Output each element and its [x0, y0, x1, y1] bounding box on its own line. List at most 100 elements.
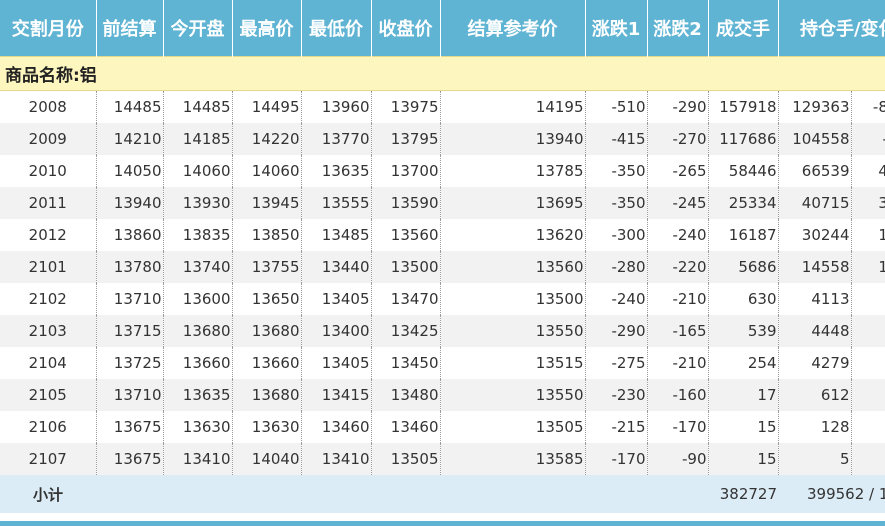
header-open[interactable]: 今开盘 — [163, 0, 233, 57]
table-row[interactable]: 2102 13710 13600 13650 13405 13470 13500 -240 -2… — [0, 283, 885, 315]
cell-change1: -510 — [585, 90, 648, 123]
cell-low: 13415 — [301, 379, 372, 411]
cell-prev-settle: 14485 — [96, 90, 164, 123]
cell-oi: 30244 — [778, 219, 852, 251]
table-row[interactable]: 2105 13710 13635 13680 13415 13480 13550 -230 -1… — [0, 379, 885, 411]
cell-close: 13480 — [371, 379, 441, 411]
cell-open: 14185 — [163, 123, 233, 155]
cell-volume: 15 — [708, 443, 779, 475]
cell-oi: 40715 — [778, 187, 852, 219]
table-row[interactable]: 2009 14210 14185 14220 13770 13795 13940 -415 -2… — [0, 123, 885, 155]
cell-change2: -270 — [647, 123, 709, 155]
cell-prev-settle: 14050 — [96, 155, 164, 187]
cell-change1: -415 — [585, 123, 648, 155]
table-row[interactable]: 2104 13725 13660 13660 13405 13450 13515 -275 -2… — [0, 347, 885, 379]
cell-settle-ref: 13515 — [440, 347, 586, 379]
cell-oi: 66539 — [778, 155, 852, 187]
cell-close: 13975 — [371, 90, 441, 123]
cell-oi: 5 — [778, 443, 852, 475]
footer-bar — [0, 521, 885, 526]
header-change2[interactable]: 涨跌2 — [647, 0, 709, 57]
cell-month: 2104 — [0, 347, 97, 379]
table-row[interactable]: 2103 13715 13680 13680 13400 13425 13550 -290 -1… — [0, 315, 885, 347]
cell-month: 2009 — [0, 123, 97, 155]
cell-open: 13635 — [163, 379, 233, 411]
header-low[interactable]: 最低价 — [301, 0, 372, 57]
subtotal-open-interest: 399562 / 1995 — [778, 475, 885, 513]
cell-change1: -230 — [585, 379, 648, 411]
cell-oi-change: 5 — [851, 443, 885, 475]
table-row[interactable]: 2008 14485 14485 14495 13960 13975 14195 -510 -2… — [0, 90, 885, 123]
cell-close: 13505 — [371, 443, 441, 475]
subtotal-row: 小计 382727 399562 / 1995 — [0, 475, 885, 513]
table-row[interactable]: 2010 14050 14060 14060 13635 13700 13785 -350 -2… — [0, 155, 885, 187]
cell-high: 14495 — [232, 90, 302, 123]
cell-prev-settle: 13780 — [96, 251, 164, 283]
group-row: 商品名称:铝 — [0, 56, 885, 91]
cell-settle-ref: 13940 — [440, 123, 586, 155]
table-row[interactable]: 2012 13860 13835 13850 13485 13560 13620 -300 -2… — [0, 219, 885, 251]
cell-month: 2106 — [0, 411, 97, 443]
cell-change2: -210 — [647, 283, 709, 315]
cell-change2: -220 — [647, 251, 709, 283]
cell-high: 13945 — [232, 187, 302, 219]
cell-change1: -215 — [585, 411, 648, 443]
cell-change2: -160 — [647, 379, 709, 411]
cell-volume: 17 — [708, 379, 779, 411]
table-row[interactable]: 2106 13675 13630 13630 13460 13460 13505 -215 -1… — [0, 411, 885, 443]
cell-low: 13635 — [301, 155, 372, 187]
cell-volume: 157918 — [708, 90, 779, 123]
cell-oi-change: 289 — [851, 283, 885, 315]
cell-change1: -280 — [585, 251, 648, 283]
cell-open: 13680 — [163, 315, 233, 347]
cell-month: 2011 — [0, 187, 97, 219]
cell-oi: 128 — [778, 411, 852, 443]
table-row[interactable]: 2011 13940 13930 13945 13555 13590 13695 -350 -2… — [0, 187, 885, 219]
header-month[interactable]: 交割月份 — [0, 0, 97, 57]
cell-month: 2008 — [0, 90, 97, 123]
cell-low: 13405 — [301, 283, 372, 315]
cell-close: 13425 — [371, 315, 441, 347]
header-prev-settle[interactable]: 前结算 — [96, 0, 164, 57]
cell-change2: -265 — [647, 155, 709, 187]
cell-change1: -290 — [585, 315, 648, 347]
header-open-interest[interactable]: 持仓手/变化 — [778, 0, 885, 57]
cell-prev-settle: 13860 — [96, 219, 164, 251]
cell-change1: -240 — [585, 283, 648, 315]
cell-change1: -275 — [585, 347, 648, 379]
header-high[interactable]: 最高价 — [232, 0, 302, 57]
cell-oi: 4279 — [778, 347, 852, 379]
cell-prev-settle: 14210 — [96, 123, 164, 155]
cell-change2: -245 — [647, 187, 709, 219]
cell-volume: 117686 — [708, 123, 779, 155]
cell-settle-ref: 13505 — [440, 411, 586, 443]
cell-close: 13500 — [371, 251, 441, 283]
cell-oi-change: 3012 — [851, 187, 885, 219]
cell-low: 13485 — [301, 219, 372, 251]
cell-close: 13590 — [371, 187, 441, 219]
cell-prev-settle: 13715 — [96, 315, 164, 347]
cell-open: 13930 — [163, 187, 233, 219]
header-volume[interactable]: 成交手 — [708, 0, 779, 57]
cell-low: 13400 — [301, 315, 372, 347]
header-settle-ref[interactable]: 结算参考价 — [440, 0, 586, 57]
cell-oi: 129363 — [778, 90, 852, 123]
cell-volume: 58446 — [708, 155, 779, 187]
cell-change2: -170 — [647, 411, 709, 443]
header-change1[interactable]: 涨跌1 — [585, 0, 648, 57]
cell-month: 2012 — [0, 219, 97, 251]
cell-month: 2107 — [0, 443, 97, 475]
table-row[interactable]: 2101 13780 13740 13755 13440 13500 13560 -280 -2… — [0, 251, 885, 283]
cell-month: 2101 — [0, 251, 97, 283]
table-row[interactable]: 2107 13675 13410 14040 13410 13505 13585 -170 -9… — [0, 443, 885, 475]
cell-prev-settle: 13675 — [96, 443, 164, 475]
cell-low: 13960 — [301, 90, 372, 123]
cell-high: 13850 — [232, 219, 302, 251]
cell-high: 14040 — [232, 443, 302, 475]
cell-low: 13410 — [301, 443, 372, 475]
cell-high: 13755 — [232, 251, 302, 283]
header-close[interactable]: 收盘价 — [371, 0, 441, 57]
header-row: 交割月份 前结算 今开盘 最高价 最低价 收盘价 结算参考价 涨跌1 涨跌2 成… — [0, 0, 885, 57]
cell-settle-ref: 14195 — [440, 90, 586, 123]
cell-settle-ref: 13560 — [440, 251, 586, 283]
